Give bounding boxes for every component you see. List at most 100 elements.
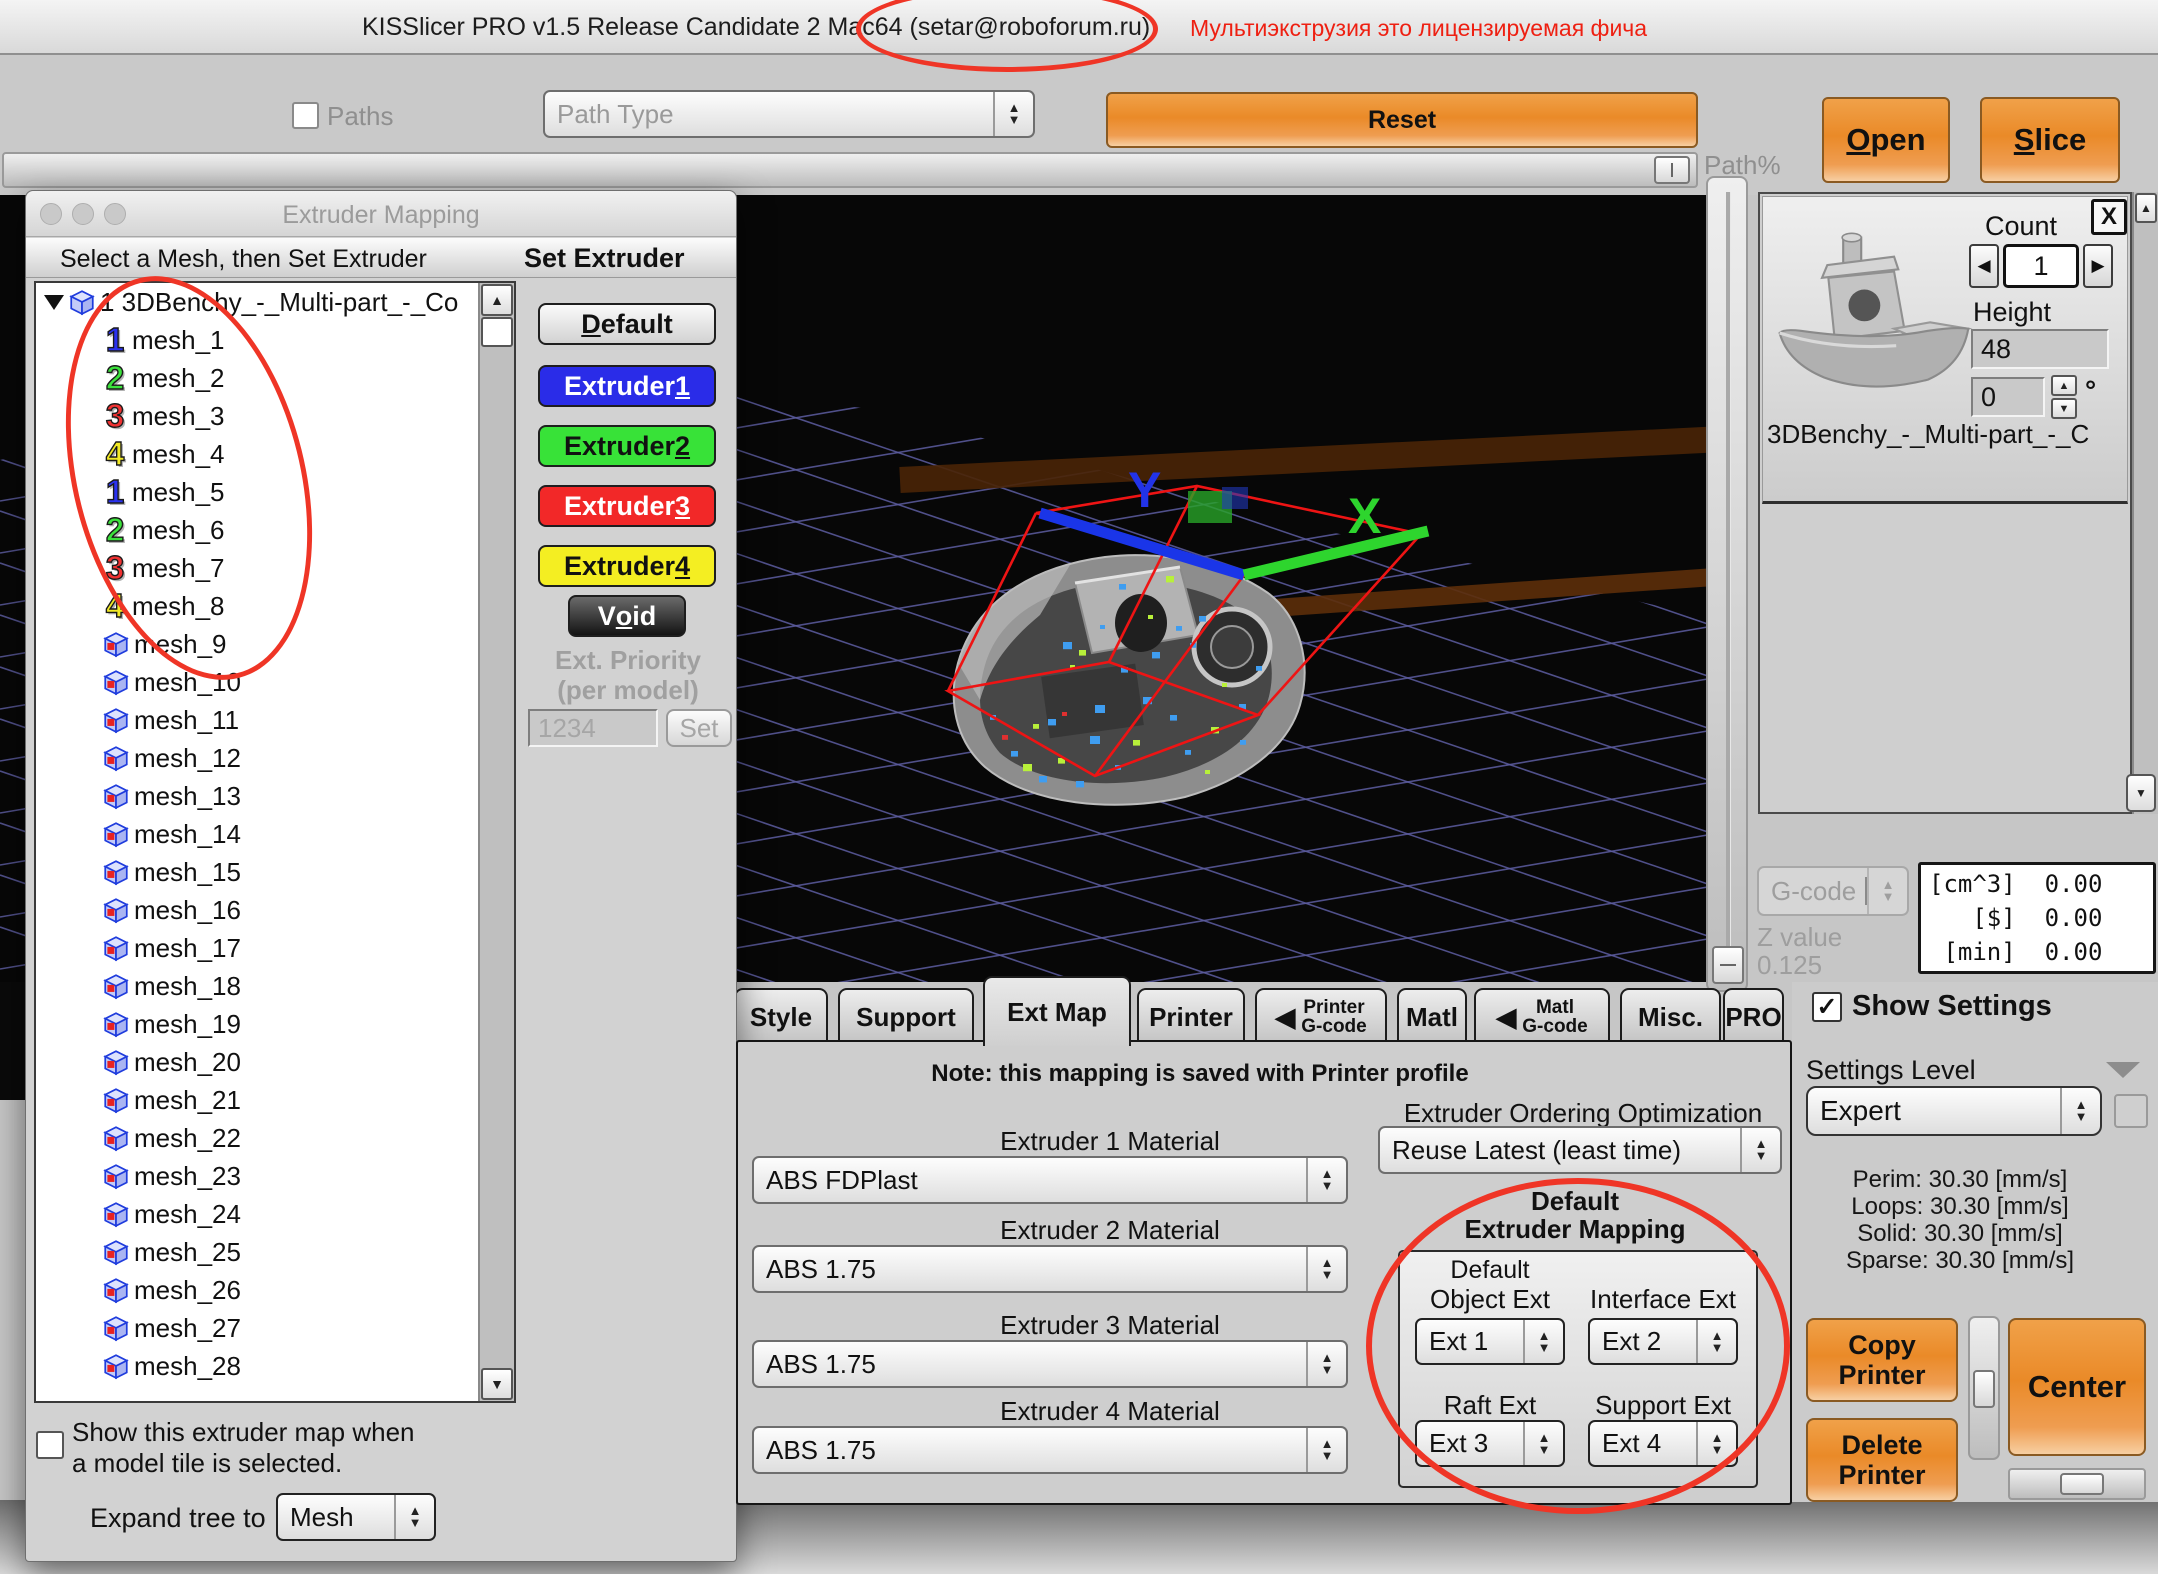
- extruder-mapping-window[interactable]: Extruder Mapping Select a Mesh, then Set…: [25, 190, 737, 1562]
- tree-item-mesh_27[interactable]: mesh_27: [36, 1309, 514, 1347]
- panel-resize-slider[interactable]: [1968, 1316, 2000, 1460]
- models-scrollbar[interactable]: ▲: [2132, 192, 2158, 814]
- tree-item-mesh_3[interactable]: 3mesh_3: [36, 397, 514, 435]
- stepper-icon[interactable]: ▲▼: [1523, 1320, 1563, 1363]
- tree-item-mesh_19[interactable]: mesh_19: [36, 1005, 514, 1043]
- bottom-scrollbar-handle[interactable]: [2060, 1473, 2104, 1495]
- rotation-spinner[interactable]: ▲ ▼: [2051, 375, 2077, 419]
- raft-ext-dropdown[interactable]: Ext 3 ▲▼: [1415, 1420, 1565, 1467]
- tree-item-mesh_6[interactable]: 2mesh_6: [36, 511, 514, 549]
- height-input[interactable]: 48: [1971, 329, 2109, 369]
- tree-item-mesh_11[interactable]: mesh_11: [36, 701, 514, 739]
- extruder-3-button[interactable]: Extruder 3: [538, 485, 716, 527]
- z-value-slider[interactable]: [1706, 176, 1748, 992]
- tree-collapse-icon[interactable]: [44, 295, 64, 310]
- delete-printer-button[interactable]: Delete Printer: [1806, 1418, 1958, 1502]
- expand-tree-dropdown[interactable]: Mesh ▲▼: [276, 1493, 436, 1541]
- tree-item-mesh_16[interactable]: mesh_16: [36, 891, 514, 929]
- tree-item-mesh_5[interactable]: 1mesh_5: [36, 473, 514, 511]
- tree-item-mesh_9[interactable]: mesh_9: [36, 625, 514, 663]
- prev-icon[interactable]: ◀: [1275, 1002, 1295, 1033]
- default-button[interactable]: Default: [538, 303, 716, 345]
- tree-item-mesh_18[interactable]: mesh_18: [36, 967, 514, 1005]
- extruder-1-material-dropdown[interactable]: ABS FDPlast ▲▼: [752, 1156, 1348, 1204]
- tree-item-mesh_13[interactable]: mesh_13: [36, 777, 514, 815]
- tree-scrollbar-thumb[interactable]: [481, 317, 513, 347]
- tile-close-button[interactable]: X: [2091, 199, 2127, 235]
- z-slider-handle[interactable]: [1712, 946, 1744, 984]
- tab-matl[interactable]: Matl: [1397, 988, 1467, 1044]
- gcode-dropdown[interactable]: G-code ▲▼: [1757, 866, 1909, 916]
- tab-style[interactable]: Style: [734, 988, 828, 1044]
- tree-item-mesh_1[interactable]: 1mesh_1: [36, 321, 514, 359]
- models-scroll-down-icon[interactable]: ▼: [2126, 774, 2156, 812]
- collapse-icon[interactable]: [2106, 1062, 2140, 1078]
- settings-lock-checkbox[interactable]: [2114, 1094, 2148, 1128]
- path-percent-slider[interactable]: [2, 152, 1698, 188]
- extruder-4-button[interactable]: Extruder 4: [538, 545, 716, 587]
- tree-item-mesh_25[interactable]: mesh_25: [36, 1233, 514, 1271]
- stepper-icon[interactable]: ▲▼: [1306, 1342, 1346, 1386]
- stepper-icon[interactable]: ▲▼: [993, 92, 1033, 136]
- extruder-4-material-dropdown[interactable]: ABS 1.75 ▲▼: [752, 1426, 1348, 1474]
- tab-printer[interactable]: Printer: [1137, 988, 1245, 1044]
- tree-item-mesh_8[interactable]: 4mesh_8: [36, 587, 514, 625]
- slice-button[interactable]: Slice: [1980, 97, 2120, 183]
- tree-item-mesh_28[interactable]: mesh_28: [36, 1347, 514, 1385]
- tree-item-mesh_24[interactable]: mesh_24: [36, 1195, 514, 1233]
- scroll-down-icon[interactable]: ▼: [481, 1368, 513, 1400]
- tree-item-mesh_17[interactable]: mesh_17: [36, 929, 514, 967]
- tree-item-mesh_15[interactable]: mesh_15: [36, 853, 514, 891]
- scroll-up-icon[interactable]: ▲: [481, 284, 513, 316]
- tree-item-mesh_7[interactable]: 3mesh_7: [36, 549, 514, 587]
- tab-pro[interactable]: PRO: [1723, 988, 1784, 1044]
- settings-level-dropdown[interactable]: Expert ▲▼: [1806, 1086, 2102, 1136]
- stepper-icon[interactable]: ▲▼: [394, 1495, 434, 1539]
- model-tile[interactable]: Count X ◀ 1 ▶ Height 48 0 ▲ ▼ ° 3DBenchy…: [1762, 196, 2128, 504]
- stepper-icon[interactable]: ▲▼: [1306, 1158, 1346, 1202]
- extruder-2-button[interactable]: Extruder 2: [538, 425, 716, 467]
- open-button[interactable]: Open: [1822, 97, 1950, 183]
- tree-item-mesh_4[interactable]: 4mesh_4: [36, 435, 514, 473]
- stepper-icon[interactable]: ▲▼: [1696, 1422, 1736, 1465]
- center-button[interactable]: Center: [2008, 1318, 2146, 1456]
- copy-printer-button[interactable]: Copy Printer: [1806, 1318, 1958, 1402]
- count-increment-icon[interactable]: ▶: [2083, 244, 2113, 288]
- tree-item-mesh_22[interactable]: mesh_22: [36, 1119, 514, 1157]
- tree-item-root[interactable]: 1 3DBenchy_-_Multi-part_-_Co: [36, 283, 514, 321]
- path-percent-slider-handle[interactable]: [1654, 156, 1690, 184]
- tree-item-mesh_12[interactable]: mesh_12: [36, 739, 514, 777]
- count-value[interactable]: 1: [2003, 244, 2079, 288]
- show-settings-checkbox[interactable]: ✓: [1812, 992, 1842, 1022]
- tab-misc[interactable]: Misc.: [1620, 988, 1721, 1044]
- tree-item-mesh_21[interactable]: mesh_21: [36, 1081, 514, 1119]
- extruder-3-material-dropdown[interactable]: ABS 1.75 ▲▼: [752, 1340, 1348, 1388]
- ext-priority-input[interactable]: 1234: [528, 709, 658, 747]
- support-ext-dropdown[interactable]: Ext 4 ▲▼: [1588, 1420, 1738, 1467]
- tree-scrollbar[interactable]: ▲ ▼: [478, 283, 514, 1401]
- spin-down-icon[interactable]: ▼: [2051, 398, 2077, 419]
- interface-ext-dropdown[interactable]: Ext 2 ▲▼: [1588, 1318, 1738, 1365]
- tab-matl-g-code[interactable]: ◀ MatlG-code: [1474, 988, 1610, 1044]
- ext-priority-set-button[interactable]: Set: [666, 709, 732, 747]
- panel-resize-handle[interactable]: [1973, 1370, 1995, 1408]
- show-map-checkbox[interactable]: [36, 1431, 64, 1459]
- paths-checkbox[interactable]: [292, 102, 319, 129]
- mesh-tree[interactable]: 1 3DBenchy_-_Multi-part_-_Co1mesh_12mesh…: [34, 281, 516, 1403]
- extruder-2-material-dropdown[interactable]: ABS 1.75 ▲▼: [752, 1245, 1348, 1293]
- stepper-icon[interactable]: ▲▼: [1740, 1128, 1780, 1172]
- stepper-icon[interactable]: ▲▼: [2060, 1088, 2100, 1134]
- tab-ext-map[interactable]: Ext Map: [983, 976, 1131, 1046]
- tree-item-mesh_20[interactable]: mesh_20: [36, 1043, 514, 1081]
- object-ext-dropdown[interactable]: Ext 1 ▲▼: [1415, 1318, 1565, 1365]
- stepper-icon[interactable]: ▲▼: [1306, 1247, 1346, 1291]
- count-decrement-icon[interactable]: ◀: [1969, 244, 1999, 288]
- tree-item-mesh_2[interactable]: 2mesh_2: [36, 359, 514, 397]
- tree-item-mesh_14[interactable]: mesh_14: [36, 815, 514, 853]
- spin-up-icon[interactable]: ▲: [2051, 375, 2077, 396]
- models-scroll-up-icon[interactable]: ▲: [2135, 193, 2157, 223]
- tree-item-mesh_26[interactable]: mesh_26: [36, 1271, 514, 1309]
- stepper-icon[interactable]: ▲▼: [1867, 868, 1907, 914]
- prev-icon[interactable]: ◀: [1496, 1002, 1516, 1033]
- ordering-dropdown[interactable]: Reuse Latest (least time) ▲▼: [1378, 1126, 1782, 1174]
